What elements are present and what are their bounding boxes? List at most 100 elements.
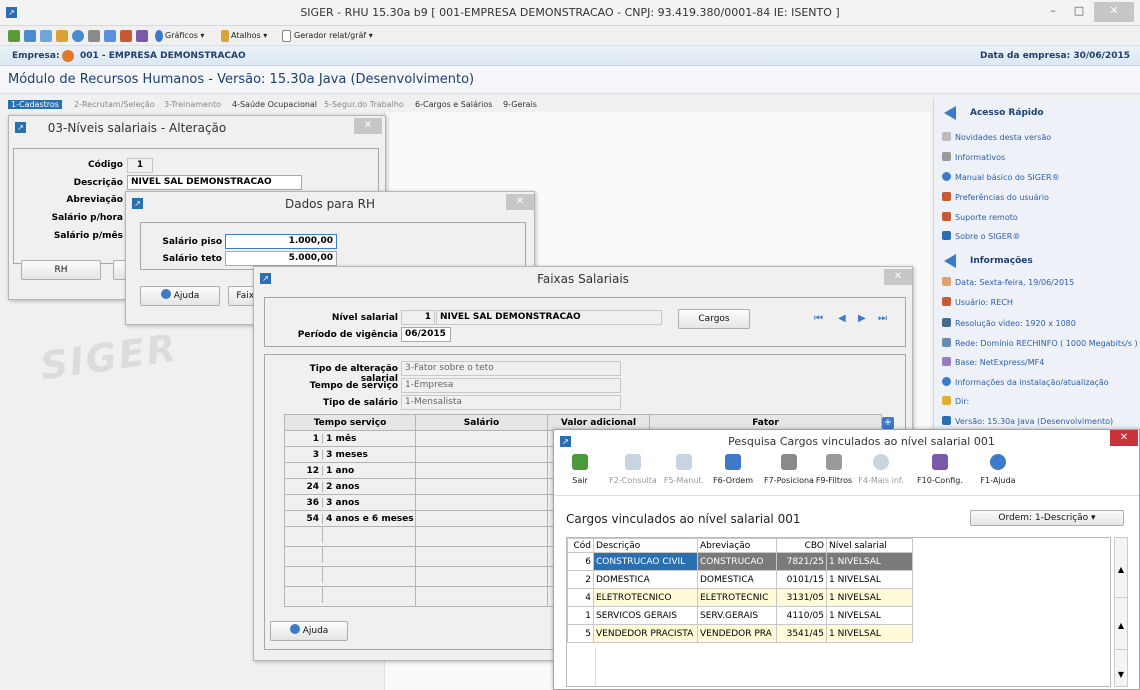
cargos-scrollbar[interactable]: ▲ ▲ ▼: [1114, 537, 1128, 687]
filter-icon: [826, 454, 842, 470]
save-icon[interactable]: [24, 30, 36, 42]
table-row[interactable]: 1 SERVICOS GERAIS SERV.GERAIS 4110/05 1 NIVE…: [567, 606, 913, 625]
report-icon: [282, 30, 291, 42]
exit-icon[interactable]: [8, 30, 20, 42]
globe-icon[interactable]: [72, 30, 84, 42]
users-icon[interactable]: [120, 30, 132, 42]
dadosrh-close-button[interactable]: ✕: [506, 194, 534, 210]
link-novidades[interactable]: Novidades desta versão: [942, 132, 1051, 142]
tempo-servico-select[interactable]: 1-Empresa: [401, 378, 621, 393]
table-row[interactable]: 5 VENDEDOR PRACISTA VENDEDOR PRA 3541/45 1 N…: [567, 624, 913, 643]
scroll-page-icon[interactable]: ▲: [1115, 602, 1127, 650]
menu-recrutamento[interactable]: 2-Recrutam/Seleção: [74, 100, 155, 109]
user-settings-icon: [942, 192, 951, 201]
descricao-field[interactable]: NIVEL SAL DEMONSTRACAO: [127, 175, 302, 190]
mais-info-button[interactable]: F4-Mais inf.: [856, 454, 906, 485]
nivel-code: 1: [401, 310, 435, 325]
posiciona-button[interactable]: F7-Posiciona: [760, 454, 818, 485]
link-instalacao[interactable]: Informações da instalação/atualização: [942, 377, 1109, 387]
link-informativos[interactable]: Informativos: [942, 152, 1005, 162]
info-icon: [873, 454, 889, 470]
chat-icon[interactable]: [104, 30, 116, 42]
quick-access-header: Acesso Rápido: [934, 102, 1140, 124]
empty-row-gutter: [595, 648, 596, 686]
menu-gerais[interactable]: 9-Gerais: [503, 100, 537, 109]
info-icon: [942, 152, 951, 161]
add-row-icon[interactable]: +: [882, 417, 894, 429]
niveis-titlebar: ↗ 03-Níveis salariais - Alteração ✕: [9, 116, 385, 140]
cargos-table: Cód Descrição Abreviação CBO Nível salar…: [566, 537, 1111, 687]
pesquisa-title: Pesquisa Cargos vinculados ao nível sala…: [728, 435, 995, 448]
help-icon: [990, 454, 1006, 470]
teto-field[interactable]: 5.000,00: [225, 251, 337, 266]
rh-button[interactable]: RH: [21, 260, 101, 280]
title-bar: ↗ SIGER - RHU 15.30a b9 [ 001-EMPRESA DE…: [0, 0, 1140, 26]
maximize-button[interactable]: □: [1066, 2, 1092, 22]
menu-cadastros[interactable]: 1-Cadastros: [8, 100, 62, 109]
link-manual[interactable]: Manual básico do SIGER®: [942, 172, 1060, 182]
dadosrh-titlebar: ↗ Dados para RH ✕: [126, 192, 534, 216]
link-sobre[interactable]: Sobre o SIGER®: [942, 231, 1020, 241]
periodo-field[interactable]: 06/2015: [401, 327, 451, 342]
menu-seguranca[interactable]: 5-Segur.do Trabalho: [324, 100, 404, 109]
tempo-servico-label: Tempo de serviço: [309, 381, 398, 391]
table-row[interactable]: 4 ELETROTECNICO ELETROTECNIC 3131/05 1 NIVEL…: [567, 588, 913, 607]
link-suporte[interactable]: Suporte remoto: [942, 212, 1018, 222]
help-icon: [289, 624, 300, 634]
close-button[interactable]: ✕: [1094, 2, 1134, 22]
niveis-close-button[interactable]: ✕: [354, 118, 382, 134]
folder-icon: [942, 396, 951, 405]
faixas-close-button[interactable]: ✕: [884, 269, 912, 285]
calendar-icon[interactable]: [88, 30, 100, 42]
faixas-ajuda-button[interactable]: Ajuda: [270, 621, 348, 641]
settings-icon[interactable]: [136, 30, 148, 42]
pesquisa-close-button[interactable]: ✕: [1110, 430, 1138, 446]
info-header: Informações: [934, 250, 1140, 272]
tipo-alteracao-select[interactable]: 3-Fator sobre o teto: [401, 361, 621, 376]
pesquisa-icon: ↗: [560, 436, 571, 447]
menu-treinamento[interactable]: 3-Treinamento: [164, 100, 221, 109]
binoculars-icon: [781, 454, 797, 470]
filtros-button[interactable]: F9-Filtros: [812, 454, 856, 485]
menu-saude[interactable]: 4-Saúde Ocupacional: [232, 100, 317, 109]
ajuda-button[interactable]: F1-Ajuda: [974, 454, 1022, 485]
calendar-icon: [942, 277, 951, 286]
tipo-salario-select[interactable]: 1-Mensalista: [401, 395, 621, 410]
codigo-field[interactable]: 1: [127, 158, 153, 173]
atalhos-menu[interactable]: Atalhos ▾: [231, 31, 267, 40]
scroll-down-icon[interactable]: ▼: [1115, 670, 1127, 684]
scroll-up-icon[interactable]: ▲: [1115, 542, 1127, 598]
menu-cargos[interactable]: 6-Cargos e Salários: [415, 100, 492, 109]
ordem-dropdown[interactable]: Ordem: 1-Descrição ▾: [970, 510, 1124, 526]
pesquisa-dialog: ↗ Pesquisa Cargos vinculados ao nível sa…: [553, 429, 1140, 690]
window-title: SIGER - RHU 15.30a b9 [ 001-EMPRESA DEMO…: [300, 6, 840, 19]
news-icon: [942, 132, 951, 141]
folder-icon[interactable]: [56, 30, 68, 42]
gerador-menu[interactable]: Gerador relat/gráf ▾: [294, 31, 373, 40]
table-row[interactable]: 6 CONSTRUCAO CIVIL CONSTRUCAO 7821/25 1 NIVE…: [567, 552, 913, 571]
piso-field[interactable]: 1.000,00: [225, 234, 337, 249]
module-bar: Módulo de Recursos Humanos - Versão: 15.…: [0, 66, 1140, 94]
next-record-icon[interactable]: ▶: [858, 313, 866, 324]
minimize-button[interactable]: –: [1040, 2, 1066, 22]
config-button[interactable]: F10-Config.: [916, 454, 964, 485]
first-record-icon[interactable]: ⏮: [814, 313, 823, 324]
info-dir: Dir:: [942, 396, 969, 406]
help-icon[interactable]: [40, 30, 52, 42]
consulta-button[interactable]: F2-Consulta: [602, 454, 664, 485]
last-record-icon[interactable]: ⏭: [878, 313, 887, 324]
info-usuario: Usuário: RECH: [942, 297, 1013, 307]
pesquisa-titlebar: ↗ Pesquisa Cargos vinculados ao nível sa…: [554, 430, 1139, 452]
dadosrh-ajuda-button[interactable]: Ajuda: [140, 286, 220, 306]
graficos-menu[interactable]: Gráficos ▾: [165, 31, 204, 40]
info-resolucao: Resolução vídeo: 1920 x 1080: [942, 318, 1076, 328]
quick-access-arrow-icon: [944, 106, 956, 120]
module-title: Módulo de Recursos Humanos - Versão: 15.…: [8, 72, 475, 87]
manut-button[interactable]: F5-Manut.: [662, 454, 706, 485]
cargos-button[interactable]: Cargos: [678, 309, 750, 329]
prev-record-icon[interactable]: ◀: [838, 313, 846, 324]
sair-button[interactable]: Sair: [558, 454, 602, 485]
ordem-button[interactable]: F6-Ordem: [706, 454, 760, 485]
table-row[interactable]: 2 DOMESTICA DOMESTICA 0101/15 1 NIVELSAL: [567, 570, 913, 589]
link-preferencias[interactable]: Preferências do usuário: [942, 192, 1049, 202]
